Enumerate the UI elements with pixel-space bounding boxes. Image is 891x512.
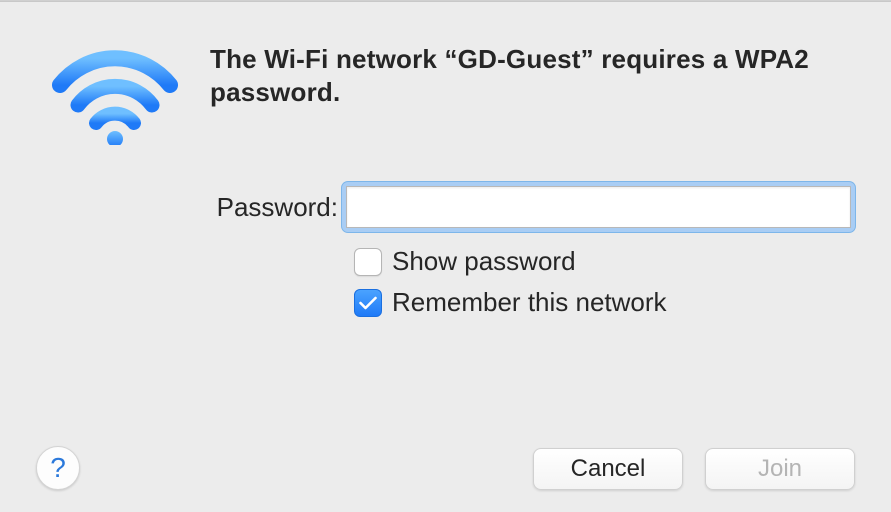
password-label: Password: bbox=[210, 192, 346, 223]
help-icon: ? bbox=[50, 452, 66, 484]
dialog-footer: ? Cancel Join bbox=[0, 440, 891, 490]
remember-network-label: Remember this network bbox=[392, 287, 667, 318]
checkmark-icon bbox=[359, 296, 377, 310]
password-field-wrap bbox=[346, 186, 851, 228]
button-row: Cancel Join bbox=[533, 448, 855, 490]
remember-network-row[interactable]: Remember this network bbox=[354, 287, 851, 318]
cancel-button-label: Cancel bbox=[571, 455, 646, 483]
window-divider bbox=[0, 1, 891, 2]
wifi-password-dialog: The Wi-Fi network “GD-Guest” requires a … bbox=[0, 0, 891, 512]
remember-network-checkbox[interactable] bbox=[354, 289, 382, 317]
show-password-row[interactable]: Show password bbox=[354, 246, 851, 277]
dialog-message: The Wi-Fi network “GD-Guest” requires a … bbox=[210, 43, 851, 108]
wifi-icon bbox=[50, 45, 180, 145]
join-button[interactable]: Join bbox=[705, 448, 855, 490]
cancel-button[interactable]: Cancel bbox=[533, 448, 683, 490]
password-row: Password: bbox=[210, 186, 851, 228]
join-button-label: Join bbox=[758, 455, 802, 483]
help-button[interactable]: ? bbox=[36, 446, 80, 490]
password-input[interactable] bbox=[346, 186, 851, 228]
show-password-checkbox[interactable] bbox=[354, 248, 382, 276]
show-password-label: Show password bbox=[392, 246, 576, 277]
password-form: Password: Show password Remember this ne… bbox=[210, 186, 851, 318]
